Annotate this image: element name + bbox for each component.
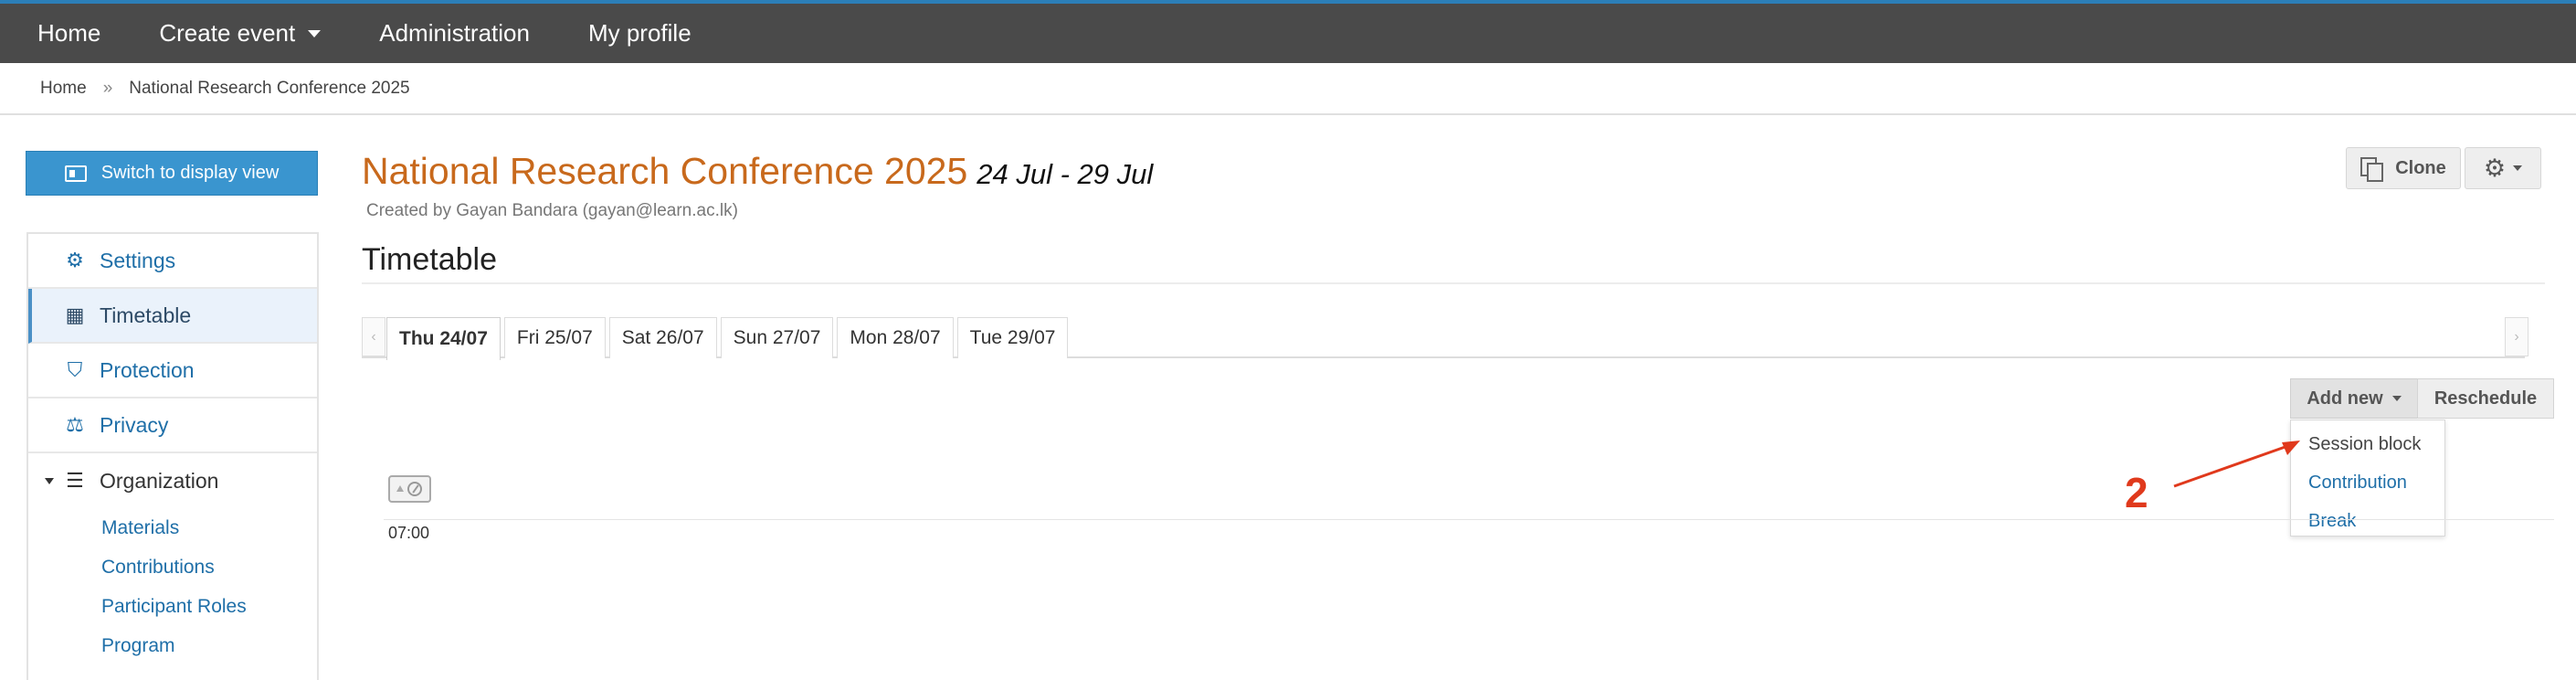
time-label: 07:00 — [388, 524, 430, 542]
reschedule-button[interactable]: Reschedule — [2417, 378, 2554, 419]
event-dates: 24 Jul - 29 Jul — [977, 158, 1154, 190]
divider — [362, 282, 2545, 284]
event-title: National Research Conference 2025 — [362, 150, 968, 192]
breadcrumb: Home » National Research Conference 2025 — [0, 63, 2576, 115]
add-new-button[interactable]: Add new — [2290, 378, 2418, 419]
sidebar-item-timetable[interactable]: ▦ Timetable — [28, 289, 317, 344]
settings-dropdown-button[interactable]: ⚙ — [2465, 147, 2541, 189]
tabs-scroll-right-icon[interactable]: › — [2505, 317, 2528, 356]
sidebar-subitem-materials[interactable]: Materials — [28, 508, 317, 547]
caret-down-icon — [45, 477, 54, 484]
annotation-step-number: 2 — [2125, 469, 2148, 516]
section-title: Timetable — [362, 242, 498, 277]
sidebar-subitem-contributions[interactable]: Contributions — [28, 547, 317, 587]
add-new-label: Add new — [2307, 388, 2383, 409]
triangle-icon — [396, 485, 404, 492]
day-tabs-bar: ‹ Thu 24/07 Fri 25/07 Sat 26/07 Sun 27/0… — [362, 317, 2528, 360]
page-title: National Research Conference 2025 24 Jul … — [362, 150, 1153, 193]
sidebar-item-label: Settings — [100, 248, 176, 272]
switch-display-view-label: Switch to display view — [100, 163, 280, 183]
sidebar-item-label: Protection — [100, 357, 195, 382]
nav-create-event-label: Create event — [159, 19, 296, 47]
clock-icon — [406, 482, 422, 496]
tab-day-2[interactable]: Fri 25/07 — [503, 317, 606, 358]
chevron-down-icon — [2513, 165, 2523, 171]
nav-home[interactable]: Home — [0, 4, 130, 63]
tab-day-5[interactable]: Mon 28/07 — [837, 317, 954, 358]
sidebar-subitem-participant-roles[interactable]: Participant Roles — [28, 587, 317, 626]
sidebar-item-label: Timetable — [100, 303, 192, 327]
sidebar-item-privacy[interactable]: ⚖ Privacy — [28, 398, 317, 453]
sidebar-item-settings[interactable]: ⚙ Settings — [28, 234, 317, 289]
menu-item-session-block[interactable]: Session block — [2291, 425, 2444, 463]
tab-day-1[interactable]: Thu 24/07 — [386, 317, 501, 360]
top-navbar: Home Create event Administration My prof… — [0, 0, 2576, 63]
nav-create-event[interactable]: Create event — [130, 4, 350, 63]
sidebar-item-label: Organization — [100, 468, 219, 493]
list-icon: ☰ — [66, 469, 84, 492]
annotation-arrow — [2173, 441, 2300, 488]
menu-item-break[interactable]: Break — [2291, 502, 2444, 540]
sidebar-item-organization[interactable]: ☰ Organization — [28, 453, 317, 508]
event-created-by: Created by Gayan Bandara (gayan@learn.ac… — [366, 201, 738, 220]
copy-icon — [2360, 157, 2384, 182]
gear-icon: ⚙ — [66, 249, 84, 271]
tabs-scroll-left-icon[interactable]: ‹ — [362, 317, 385, 356]
breadcrumb-home[interactable]: Home — [40, 79, 87, 99]
day-tabs: Thu 24/07 Fri 25/07 Sat 26/07 Sun 27/07 … — [386, 317, 1072, 360]
tab-day-6[interactable]: Tue 29/07 — [956, 317, 1069, 358]
tab-day-4[interactable]: Sun 27/07 — [720, 317, 834, 358]
chevron-down-icon — [2391, 396, 2402, 401]
menu-item-contribution[interactable]: Contribution — [2291, 463, 2444, 502]
switch-display-view-button[interactable]: Switch to display view — [26, 151, 318, 196]
breadcrumb-separator: » — [102, 78, 113, 98]
nav-administration[interactable]: Administration — [350, 4, 559, 63]
sidebar-subitem-program[interactable]: Program — [28, 626, 317, 665]
gear-icon: ⚙ — [2483, 154, 2507, 182]
display-view-icon — [64, 165, 87, 182]
sidebar-menu: ⚙ Settings ▦ Timetable ⛉ Protection ⚖ Pr… — [26, 232, 319, 680]
nav-my-profile[interactable]: My profile — [559, 4, 721, 63]
tab-day-3[interactable]: Sat 26/07 — [608, 317, 717, 358]
sidebar-item-protection[interactable]: ⛉ Protection — [28, 344, 317, 398]
calendar-icon: ▦ — [65, 303, 85, 326]
shield-icon: ⛉ — [67, 358, 83, 381]
compact-timeline-icon[interactable] — [388, 475, 431, 503]
timeline-divider — [384, 519, 2554, 520]
sidebar-item-label: Privacy — [100, 412, 169, 437]
scale-icon: ⚖ — [66, 413, 84, 436]
breadcrumb-current[interactable]: National Research Conference 2025 — [129, 79, 409, 99]
clone-button[interactable]: Clone — [2346, 147, 2461, 189]
chevron-down-icon — [308, 29, 322, 37]
clone-label: Clone — [2395, 157, 2446, 178]
